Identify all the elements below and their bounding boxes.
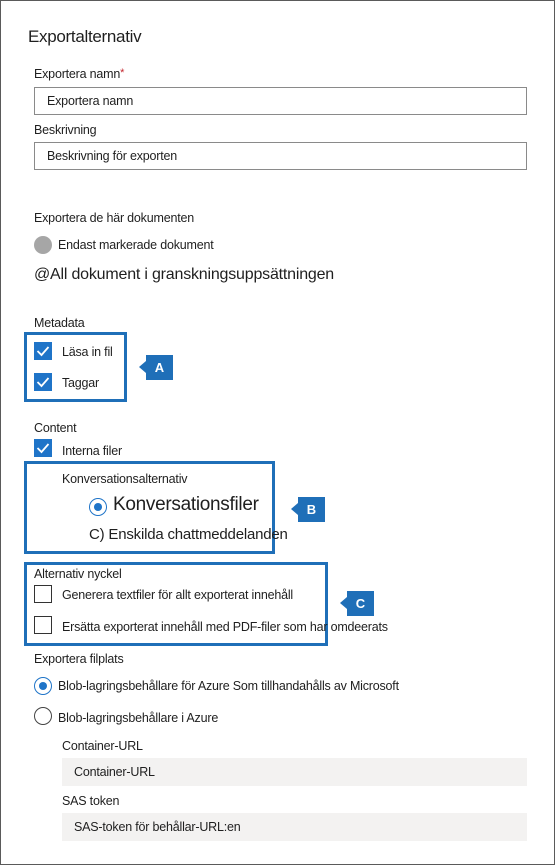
checkmark-icon bbox=[36, 377, 50, 388]
sas-token-input[interactable]: SAS-token för behållar-URL:en bbox=[62, 813, 527, 841]
azure-storage-label: Blob-lagringsbehållare i Azure bbox=[58, 711, 219, 725]
checkmark-icon bbox=[36, 346, 50, 357]
export-location-label: Exportera filplats bbox=[34, 652, 124, 666]
generate-text-files-checkbox[interactable] bbox=[34, 585, 52, 603]
container-url-label: Container-URL bbox=[62, 739, 143, 753]
generate-text-files-label: Generera textfiler för allt exporterat i… bbox=[62, 588, 293, 602]
metadata-label: Metadata bbox=[34, 316, 85, 330]
conversation-files-radio[interactable] bbox=[89, 498, 107, 516]
conversation-options-label: Konversationsalternativ bbox=[62, 472, 188, 486]
tags-label: Taggar bbox=[62, 376, 100, 390]
replace-pdf-checkbox[interactable] bbox=[34, 616, 52, 634]
required-mark: * bbox=[120, 67, 125, 79]
conversation-files-label: Konversationsfiler bbox=[113, 494, 259, 515]
checkmark-icon bbox=[36, 443, 50, 454]
sas-token-label: SAS token bbox=[62, 794, 120, 808]
description-input[interactable]: Beskrivning för exporten bbox=[34, 142, 527, 170]
callout-tag-c: C bbox=[340, 591, 374, 616]
selected-docs-radio[interactable] bbox=[34, 236, 52, 254]
replace-pdf-label: Ersätta exporterat innehåll med PDF-file… bbox=[62, 620, 388, 634]
export-name-label: Exportera namn* bbox=[34, 67, 124, 81]
alt-key-label: Alternativ nyckel bbox=[34, 567, 122, 581]
load-file-label: Läsa in fil bbox=[62, 345, 113, 359]
export-name-input[interactable]: Exportera namn bbox=[34, 87, 527, 115]
microsoft-storage-radio[interactable] bbox=[34, 677, 52, 695]
container-url-input[interactable]: Container-URL bbox=[62, 758, 527, 786]
azure-storage-radio[interactable] bbox=[34, 707, 52, 725]
callout-tag-a: A bbox=[139, 355, 173, 380]
selected-docs-label: Endast markerade dokument bbox=[58, 238, 214, 252]
native-files-checkbox[interactable] bbox=[34, 439, 52, 457]
description-label: Beskrivning bbox=[34, 123, 97, 137]
load-file-checkbox[interactable] bbox=[34, 342, 52, 360]
content-label: Content bbox=[34, 421, 77, 435]
export-docs-label: Exportera de här dokumenten bbox=[34, 211, 194, 225]
panel-title: Exportalternativ bbox=[28, 27, 142, 46]
native-files-label: Interna filer bbox=[62, 444, 122, 458]
export-name-label-text: Exportera namn bbox=[34, 67, 121, 81]
callout-tag-b: B bbox=[291, 497, 325, 522]
individual-messages-option[interactable]: C) Enskilda chattmeddelanden bbox=[89, 526, 288, 543]
all-docs-option[interactable]: @All dokument i granskningsuppsättningen bbox=[34, 266, 334, 284]
microsoft-storage-label: Blob-lagringsbehållare för Azure Som til… bbox=[58, 679, 399, 693]
tags-checkbox[interactable] bbox=[34, 373, 52, 391]
export-options-panel: Exportalternativ Exportera namn* Exporte… bbox=[0, 0, 555, 865]
